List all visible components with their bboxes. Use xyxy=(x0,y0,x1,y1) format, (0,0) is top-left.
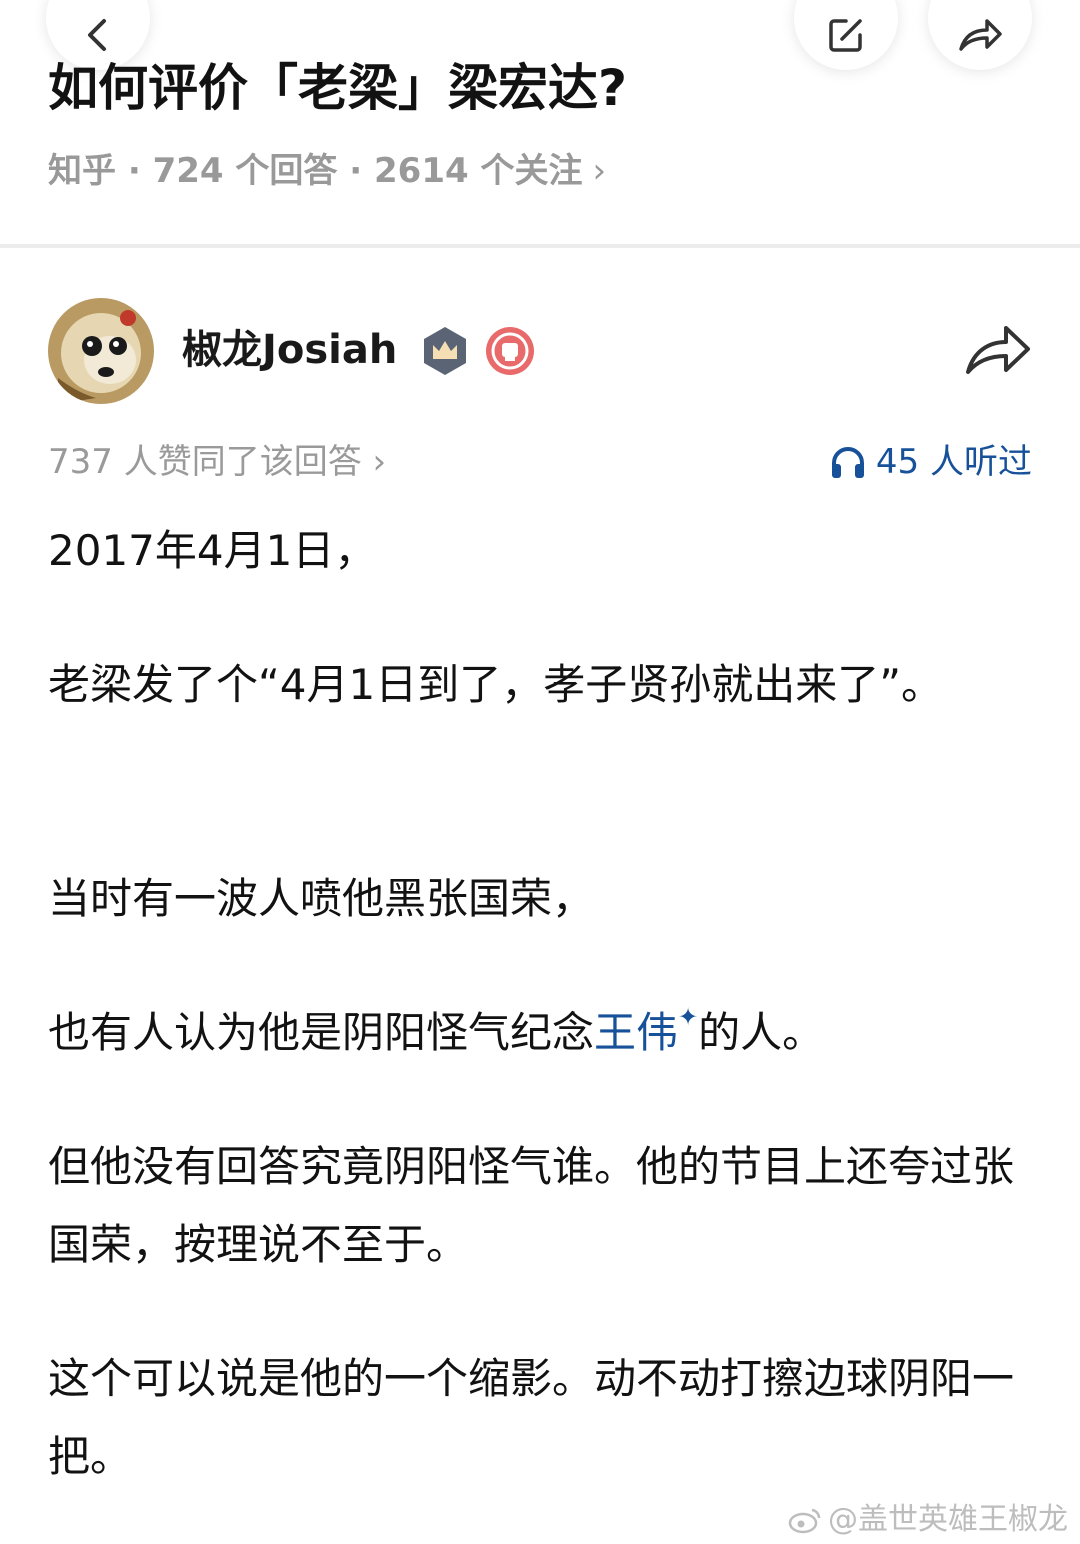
answer-paragraph-2: 老梁发了个“4月1日到了，孝子贤孙就出来了”。 xyxy=(48,660,943,709)
circle-badge-icon xyxy=(486,327,534,375)
answer-paragraph-3: 当时有一波人喷他黑张国荣， xyxy=(48,874,595,923)
share-icon[interactable] xyxy=(962,318,1034,382)
crown-badge-icon xyxy=(424,327,466,375)
share-arrow-icon xyxy=(959,19,1002,51)
paragraph-text: 的人。 xyxy=(698,1008,825,1057)
watermark-text: @盖世英雄王椒龙 xyxy=(828,1502,1068,1537)
answer-count: 724 个回答 xyxy=(152,151,338,191)
headphones-icon xyxy=(831,447,864,478)
paragraph-text: 也有人认为他是阴阳怪气纪念 xyxy=(48,1008,595,1057)
edit-icon xyxy=(829,19,862,52)
question-title[interactable]: 如何评价「老梁」梁宏达? xyxy=(48,52,1048,124)
answer-paragraph-1: 2017年4月1日， xyxy=(48,526,377,575)
chevron-right-icon: › xyxy=(592,151,607,191)
source-label: 知乎 xyxy=(48,151,116,191)
weibo-icon xyxy=(788,1508,821,1534)
watermark: @盖世英雄王椒龙 xyxy=(788,1500,1068,1540)
sparkle-icon: ✦ xyxy=(678,1003,699,1031)
avatar[interactable] xyxy=(48,298,154,404)
answer-paragraph-4: 也有人认为他是阴阳怪气纪念王伟✦的人。 xyxy=(48,994,1038,1078)
answer-paragraph-6: 这个可以说是他的一个缩影。动不动打擦边球阴阳一把。 xyxy=(48,1354,1015,1481)
wiki-link[interactable]: 王伟 xyxy=(594,1008,678,1057)
chevron-left-icon xyxy=(88,19,106,51)
answer-paragraph-5: 但他没有回答究竟阴阳怪气谁。他的节目上还夸过张国荣，按理说不至于。 xyxy=(48,1142,1015,1269)
listen-count[interactable]: 45 人听过 xyxy=(830,437,1032,487)
listen-count-label: 45 人听过 xyxy=(875,442,1032,482)
follow-count: 2614 个关注 xyxy=(374,151,583,191)
divider xyxy=(0,244,1080,248)
question-meta[interactable]: 知乎 · 724 个回答 · 2614 个关注 › xyxy=(48,146,606,196)
author-name[interactable]: 椒龙Josiah xyxy=(182,320,397,380)
vote-count[interactable]: 737 人赞同了该回答 › xyxy=(48,437,386,487)
